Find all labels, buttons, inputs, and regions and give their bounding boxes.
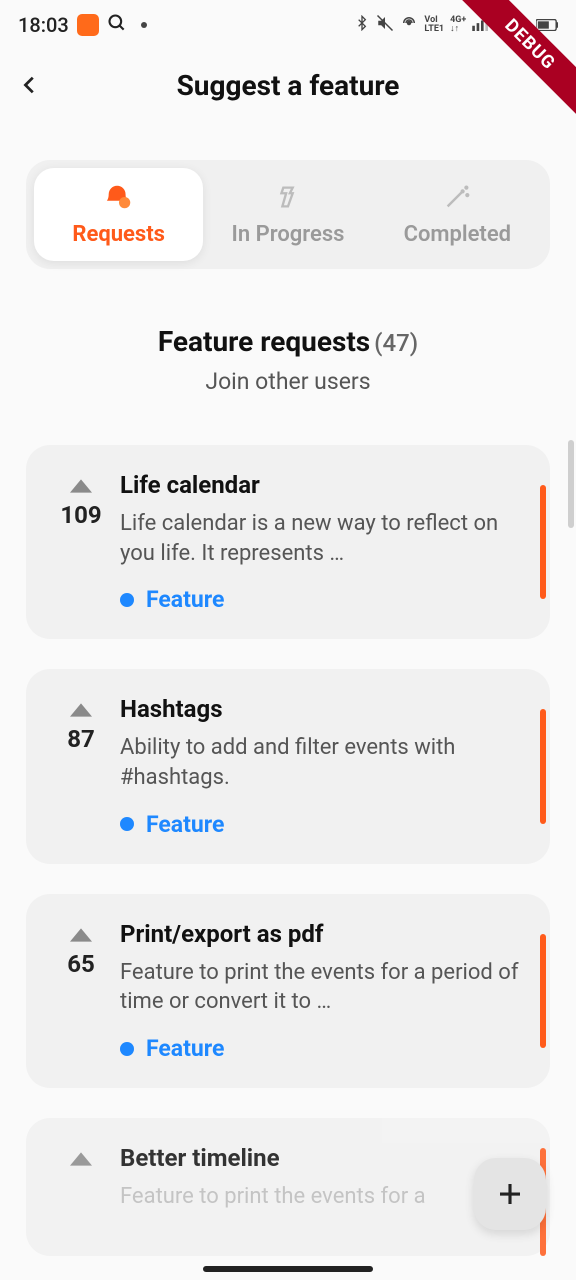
debug-banner: DEBUG: [456, 0, 576, 120]
tab-in-progress[interactable]: In Progress: [203, 168, 372, 261]
section-subtitle: Join other users: [0, 368, 576, 395]
card-accent: [540, 485, 546, 599]
vote-count: 87: [67, 725, 95, 753]
card-accent: [540, 709, 546, 823]
home-indicator[interactable]: [203, 1266, 373, 1272]
section-title: Feature requests: [158, 325, 370, 358]
request-card[interactable]: 109 Life calendar Life calendar is a new…: [26, 445, 550, 639]
search-icon: [107, 13, 127, 38]
upvote-button[interactable]: 65: [46, 920, 116, 1062]
request-card[interactable]: 87 Hashtags Ability to add and filter ev…: [26, 669, 550, 863]
status-time: 18:03: [18, 13, 69, 37]
plus-icon: [495, 1179, 525, 1209]
scrollbar-thumb[interactable]: [568, 440, 574, 528]
section-heading: Feature requests (47) Join other users: [0, 325, 576, 395]
card-title: Print/export as pdf: [120, 920, 526, 948]
request-card[interactable]: 65 Print/export as pdf Feature to print …: [26, 894, 550, 1088]
tag-feature: Feature: [120, 1035, 526, 1062]
lte-icon: VoILTE1: [424, 16, 444, 34]
tag-feature: Feature: [120, 811, 526, 838]
card-title: Life calendar: [120, 471, 526, 499]
tabs: Requests In Progress Completed: [26, 160, 550, 269]
tab-requests[interactable]: Requests: [34, 168, 203, 261]
debug-banner-label: DEBUG: [456, 0, 576, 120]
tag-label: Feature: [146, 586, 224, 613]
tag-label: Feature: [146, 1035, 224, 1062]
card-desc: Life calendar is a new way to reflect on…: [120, 509, 526, 568]
status-left: 18:03: [18, 13, 147, 38]
card-desc: Feature to print the events for a: [120, 1182, 526, 1212]
mute-icon: [376, 14, 394, 37]
card-body: Hashtags Ability to add and filter event…: [116, 695, 526, 837]
request-list: 109 Life calendar Life calendar is a new…: [26, 445, 550, 1256]
caret-up-icon: [70, 928, 92, 942]
add-request-button[interactable]: [474, 1158, 546, 1230]
caret-up-icon: [70, 703, 92, 717]
tab-label: In Progress: [232, 222, 345, 247]
tab-completed[interactable]: Completed: [373, 168, 542, 261]
card-body: Life calendar Life calendar is a new way…: [116, 471, 526, 613]
card-desc: Feature to print the events for a period…: [120, 958, 526, 1017]
status-dot-icon: [141, 22, 147, 28]
tab-label: Requests: [72, 222, 165, 247]
vote-count: 65: [67, 950, 95, 978]
tag-feature: Feature: [120, 586, 526, 613]
hotspot-icon: [400, 14, 418, 37]
bluetooth-icon: [354, 15, 370, 36]
vote-count: 109: [60, 501, 101, 529]
card-body: Better timeline Feature to print the eve…: [116, 1144, 526, 1230]
card-title: Better timeline: [120, 1144, 526, 1172]
tab-label: Completed: [404, 222, 512, 247]
chess-piece-icon: [273, 182, 303, 212]
upvote-button[interactable]: 109: [46, 471, 116, 613]
card-accent: [540, 934, 546, 1048]
caret-up-icon: [70, 1152, 92, 1166]
tag-dot-icon: [120, 817, 134, 831]
caret-up-icon: [70, 479, 92, 493]
bell-icon: [104, 182, 134, 212]
section-count: (47): [374, 329, 418, 357]
status-app-icon: [77, 14, 99, 36]
upvote-button[interactable]: [46, 1144, 116, 1230]
card-title: Hashtags: [120, 695, 526, 723]
card-desc: Ability to add and filter events with #h…: [120, 733, 526, 792]
tag-label: Feature: [146, 811, 224, 838]
tag-dot-icon: [120, 1042, 134, 1056]
wand-icon: [442, 182, 472, 212]
card-body: Print/export as pdf Feature to print the…: [116, 920, 526, 1062]
request-card[interactable]: Better timeline Feature to print the eve…: [26, 1118, 550, 1256]
tag-dot-icon: [120, 593, 134, 607]
upvote-button[interactable]: 87: [46, 695, 116, 837]
